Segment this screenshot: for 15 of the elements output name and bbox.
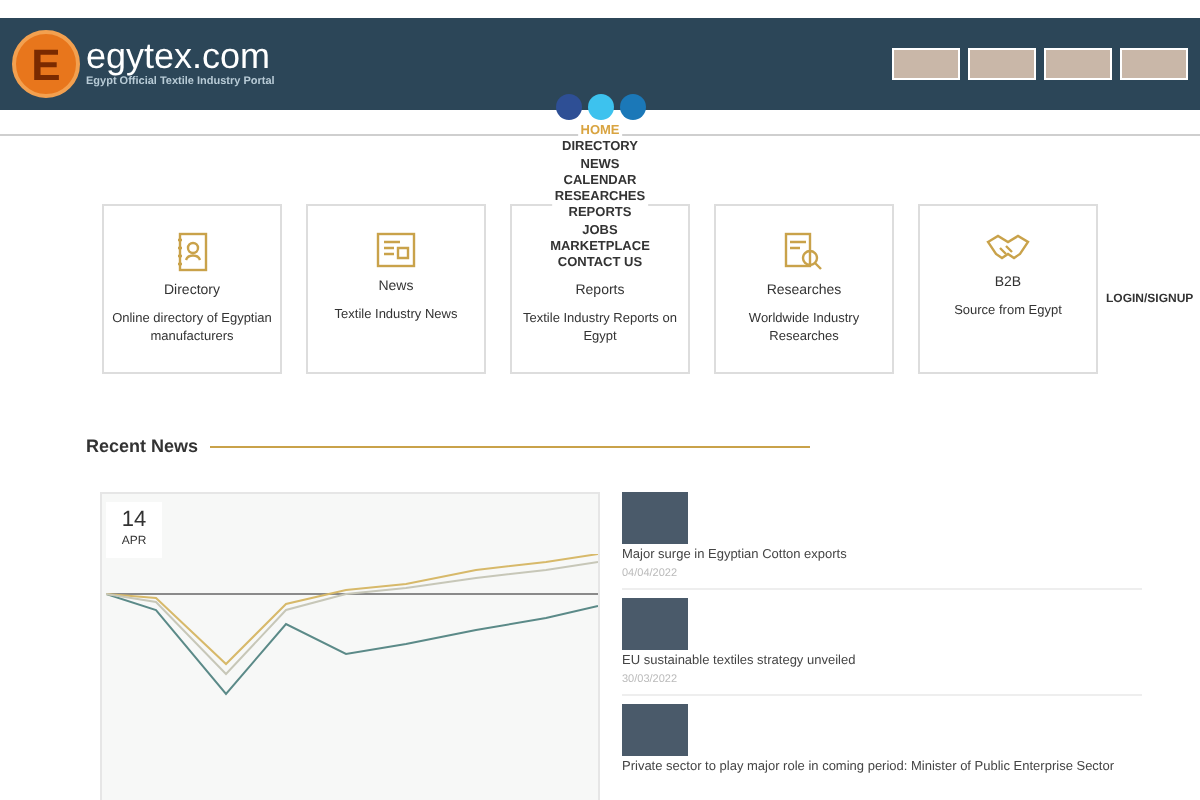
thumbnail-image[interactable] [1120,48,1188,80]
thumbnail-image[interactable] [892,48,960,80]
date-day: 14 [121,510,147,532]
address-book-icon [176,232,208,272]
newspaper-icon [376,232,416,268]
site-name: egytex.com [86,38,271,75]
thumbnail-image[interactable] [968,48,1036,80]
news-thumbnail-placeholder[interactable] [622,491,688,543]
section-heading: Recent News [86,434,199,460]
thumbnail-image[interactable] [1044,48,1112,80]
logo-badge: E [12,30,80,98]
handshake-icon [986,232,1030,264]
news-thumbnail-placeholder[interactable] [622,704,688,756]
document-search-icon [784,232,824,272]
news-thumbnail-placeholder[interactable] [622,597,688,650]
